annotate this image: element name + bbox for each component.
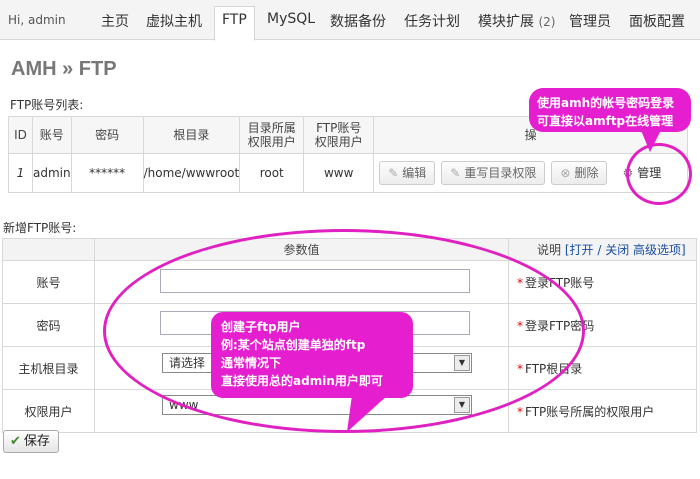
middle-bubble-tail <box>347 395 388 432</box>
top-annotation-line1: 使用amh的帐号密码登录 <box>537 96 675 110</box>
top-annotation-bubble: 使用amh的帐号密码登录 可直接以amftp在线管理 <box>529 88 691 132</box>
top-annotation-line2: 可直接以amftp在线管理 <box>537 114 674 128</box>
middle-annotation-line1: 创建子ftp用户 <box>221 320 301 334</box>
middle-annotation-bubble: 创建子ftp用户 例:某个站点创建单独的ftp 通常情况下 直接使用总的admi… <box>211 312 413 398</box>
middle-annotation-line3: 通常情况下 <box>221 356 282 370</box>
middle-annotation-line2: 例:某个站点创建单独的ftp <box>221 338 366 352</box>
bubble-tails <box>347 128 662 432</box>
middle-annotation-line4: 直接使用总的admin用户即可 <box>221 374 383 388</box>
